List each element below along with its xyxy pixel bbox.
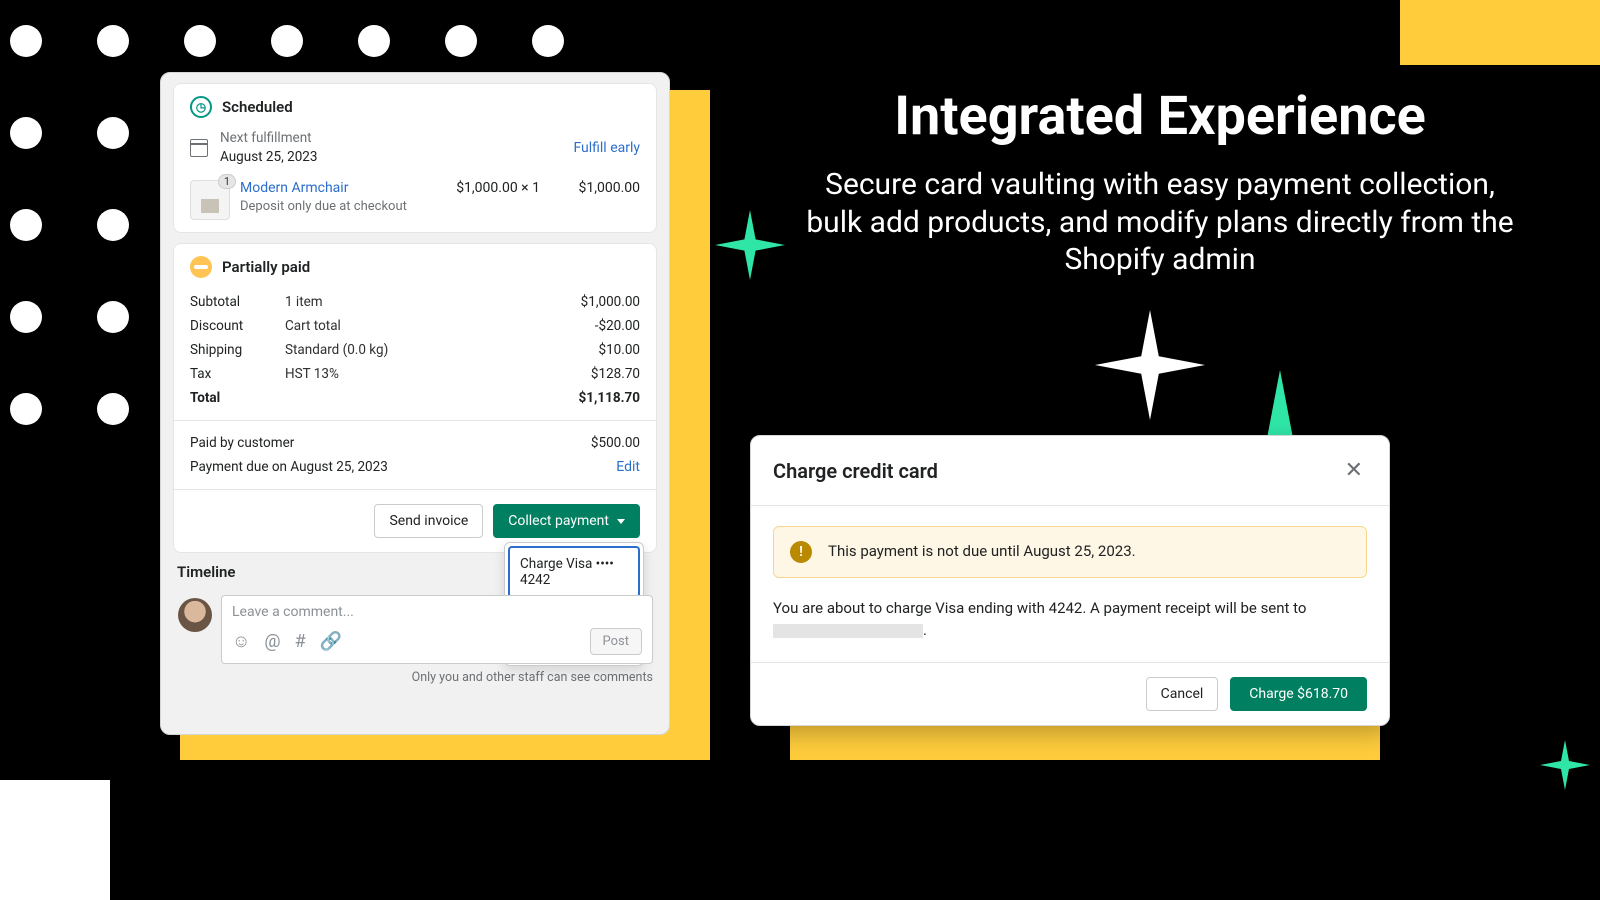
payment-summary-card: Partially paid Subtotal1 item$1,000.00 D…: [173, 243, 657, 553]
order-admin-panel: ◷ Scheduled Next fulfillment August 25, …: [160, 72, 670, 735]
charge-button[interactable]: Charge $618.70: [1230, 677, 1367, 711]
quantity-badge: 1: [218, 174, 236, 189]
total-label: Total: [190, 390, 285, 406]
paid-by-customer-label: Paid by customer: [190, 435, 591, 451]
partially-paid-heading: Partially paid: [222, 258, 310, 276]
comment-composer[interactable]: ☺ @ # 🔗 Post: [221, 595, 653, 664]
mention-icon[interactable]: @: [264, 631, 280, 652]
product-thumbnail[interactable]: 1: [190, 180, 230, 220]
close-icon[interactable]: ✕: [1341, 454, 1367, 487]
hashtag-icon[interactable]: #: [295, 631, 306, 652]
accent-top-right: [1400, 0, 1600, 65]
line-total: $1,000.00: [550, 180, 640, 196]
hero-copy: Integrated Experience Secure card vaulti…: [800, 85, 1520, 279]
accent-bottom-left: [0, 780, 110, 900]
collect-payment-button[interactable]: Collect payment: [493, 504, 640, 538]
link-icon[interactable]: 🔗: [320, 631, 342, 652]
subtotal-detail: 1 item: [285, 294, 581, 310]
comment-input[interactable]: [232, 604, 642, 620]
next-fulfillment-date: August 25, 2023: [220, 149, 573, 167]
subtotal-value: $1,000.00: [581, 294, 640, 310]
next-fulfillment-label: Next fulfillment: [220, 130, 573, 148]
product-name-link[interactable]: Modern Armchair: [240, 180, 440, 196]
sparkle-icon: [1095, 310, 1205, 420]
warning-banner-text: This payment is not due until August 25,…: [828, 541, 1136, 563]
shipping-detail: Standard (0.0 kg): [285, 342, 599, 358]
clock-icon: ◷: [190, 96, 212, 118]
hero-subtitle: Secure card vaulting with easy payment c…: [800, 166, 1520, 279]
tax-label: Tax: [190, 366, 285, 382]
discount-label: Discount: [190, 318, 285, 334]
warning-banner: ! This payment is not due until August 2…: [773, 526, 1367, 578]
tax-value: $128.70: [591, 366, 640, 382]
post-button[interactable]: Post: [590, 628, 643, 655]
paid-by-customer-value: $500.00: [591, 435, 640, 451]
sparkle-icon: [1540, 740, 1590, 790]
product-subtitle: Deposit only due at checkout: [240, 199, 440, 214]
partially-paid-icon: [190, 256, 212, 278]
subtotal-label: Subtotal: [190, 294, 285, 310]
calendar-icon: [190, 139, 208, 157]
charge-card-dialog: Charge credit card ✕ ! This payment is n…: [750, 435, 1390, 726]
send-invoice-button[interactable]: Send invoice: [374, 504, 483, 538]
shipping-value: $10.00: [599, 342, 641, 358]
tax-detail: HST 13%: [285, 366, 591, 382]
scheduled-heading: Scheduled: [222, 98, 293, 116]
comment-visibility-note: Only you and other staff can see comment…: [221, 670, 653, 685]
line-item: 1 Modern Armchair Deposit only due at ch…: [190, 180, 640, 220]
fulfill-early-link[interactable]: Fulfill early: [573, 140, 640, 156]
hero-title: Integrated Experience: [800, 85, 1520, 148]
edit-payment-terms-link[interactable]: Edit: [616, 459, 640, 475]
chevron-down-icon: [617, 519, 625, 524]
dropdown-charge-visa[interactable]: Charge Visa •••• 4242: [508, 546, 640, 598]
warning-icon: !: [790, 541, 812, 563]
payment-due-text: Payment due on August 25, 2023: [190, 459, 616, 475]
dialog-title: Charge credit card: [773, 459, 1341, 483]
cancel-button[interactable]: Cancel: [1146, 677, 1219, 711]
redacted-email: [773, 624, 923, 638]
discount-detail: Cart total: [285, 318, 595, 334]
dialog-body-text: You are about to charge Visa ending with…: [773, 598, 1367, 642]
emoji-icon[interactable]: ☺: [232, 631, 250, 652]
shipping-label: Shipping: [190, 342, 285, 358]
sparkle-icon: [715, 210, 785, 280]
discount-value: -$20.00: [595, 318, 640, 334]
line-price-qty: $1,000.00 × 1: [450, 180, 540, 196]
collect-payment-label: Collect payment: [508, 513, 609, 529]
avatar: [178, 598, 212, 632]
scheduled-card: ◷ Scheduled Next fulfillment August 25, …: [173, 83, 657, 233]
total-value: $1,118.70: [579, 390, 640, 406]
